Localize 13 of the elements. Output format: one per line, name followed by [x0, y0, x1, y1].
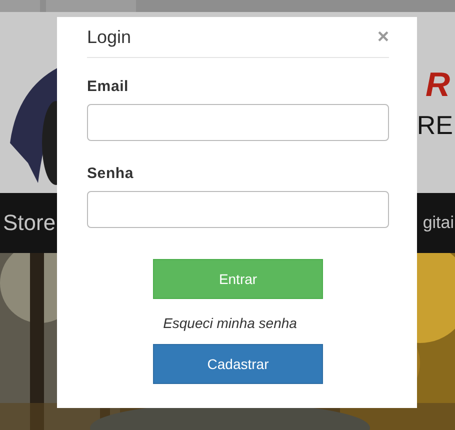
register-button[interactable]: Cadastrar — [153, 344, 323, 384]
input-field[interactable] — [87, 191, 389, 228]
nav-link[interactable]: gitai — [422, 213, 454, 233]
logo-text: R — [425, 68, 451, 102]
field-label: Email — [87, 78, 130, 95]
logo-tagline: RE — [416, 112, 453, 138]
input-field[interactable] — [87, 104, 389, 141]
dialog-title: Login — [87, 26, 132, 48]
browser-tab[interactable] — [0, 0, 40, 12]
nav-link[interactable]: Store — [3, 210, 56, 236]
field-label: Senha — [87, 165, 135, 182]
forgot-password-link[interactable]: Esqueci minha senha — [163, 315, 297, 331]
browser-tab[interactable] — [46, 0, 136, 12]
